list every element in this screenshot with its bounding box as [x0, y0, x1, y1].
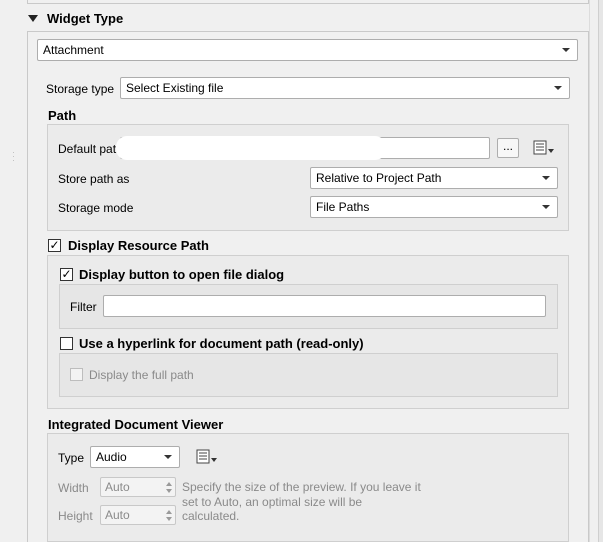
chevron-down-icon — [562, 48, 570, 52]
hyperlink-checkbox[interactable] — [60, 337, 73, 350]
storage-mode-value: File Paths — [316, 200, 370, 214]
full-path-checkbox[interactable] — [70, 368, 83, 381]
height-spinbox[interactable]: Auto — [100, 505, 176, 525]
viewer-size-hint: Specify the size of the preview. If you … — [182, 480, 421, 523]
open-file-dialog-checkbox[interactable]: ✓ — [60, 268, 73, 281]
spin-down-icon — [166, 517, 172, 521]
spin-up-icon — [166, 482, 172, 486]
display-resource-path-checkbox[interactable]: ✓ — [48, 239, 61, 252]
previous-panel-edge — [27, 0, 589, 4]
open-file-dialog-label: Display button to open file dialog — [79, 267, 285, 282]
widget-type-title: Widget Type — [47, 11, 124, 26]
storage-mode-combo[interactable]: File Paths — [310, 196, 558, 218]
display-resource-path-label: Display Resource Path — [68, 238, 209, 253]
storage-type-label: Storage type — [46, 82, 115, 96]
scrollbar-track — [598, 0, 603, 542]
store-path-label: Store path as — [58, 172, 130, 186]
splitter-handle[interactable]: · · · — [12, 148, 15, 165]
width-label: Width — [58, 481, 89, 495]
storage-type-combo[interactable]: Select Existing file — [120, 77, 570, 99]
spin-up-icon — [166, 510, 172, 514]
chevron-down-icon — [164, 455, 172, 459]
path-group-title: Path — [48, 108, 77, 123]
storage-mode-label: Storage mode — [58, 201, 134, 215]
browse-button[interactable]: ... — [497, 138, 519, 158]
filter-input[interactable] — [103, 295, 546, 317]
height-value: Auto — [105, 508, 130, 522]
viewer-type-value: Audio — [96, 450, 127, 464]
chevron-down-icon — [542, 205, 550, 209]
viewer-type-combo[interactable]: Audio — [90, 446, 180, 468]
widget-type-combo[interactable]: Attachment — [37, 39, 578, 61]
filter-label: Filter — [70, 300, 97, 314]
height-label: Height — [58, 509, 93, 523]
storage-type-value: Select Existing file — [126, 81, 224, 95]
widget-type-value: Attachment — [43, 43, 104, 57]
hyperlink-label: Use a hyperlink for document path (read-… — [79, 336, 364, 351]
expression-menu-icon[interactable] — [194, 448, 218, 466]
viewer-type-label: Type — [58, 451, 85, 465]
width-spinbox[interactable]: Auto — [100, 477, 176, 497]
store-path-combo[interactable]: Relative to Project Path — [310, 167, 558, 189]
redacted-path — [116, 136, 386, 160]
collapse-triangle-icon[interactable] — [28, 15, 38, 22]
full-path-label: Display the full path — [89, 368, 194, 382]
chevron-down-icon — [554, 86, 562, 90]
chevron-down-icon — [542, 176, 550, 180]
store-path-value: Relative to Project Path — [316, 171, 442, 185]
spin-down-icon — [166, 489, 172, 493]
default-path-label: Default path — [58, 142, 122, 156]
viewer-group-title: Integrated Document Viewer — [48, 417, 224, 432]
expression-menu-icon[interactable] — [531, 139, 555, 157]
width-value: Auto — [105, 480, 130, 494]
